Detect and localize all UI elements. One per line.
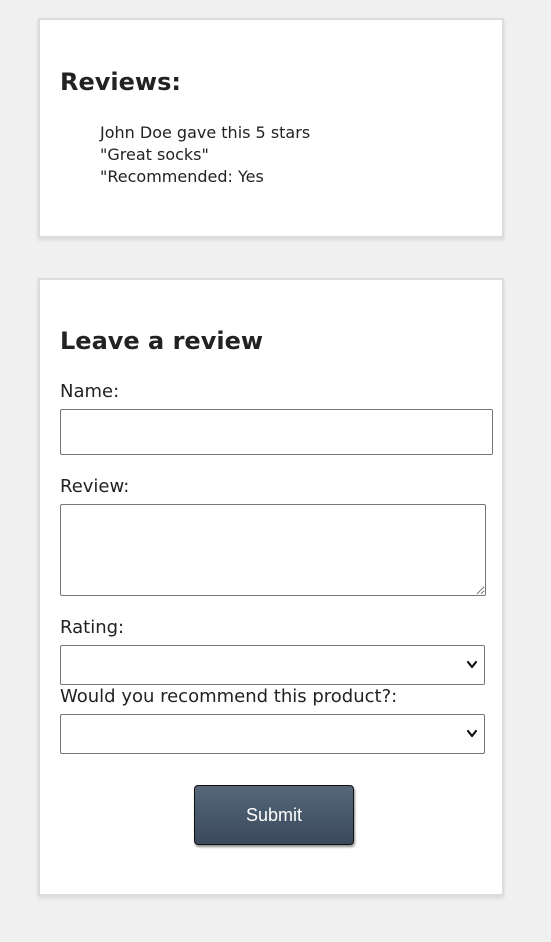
review-recommended: "Recommended: Yes — [100, 167, 264, 186]
submit-button[interactable]: Submit — [194, 785, 354, 845]
review-list: John Doe gave this 5 stars "Great socks"… — [100, 122, 310, 188]
recommend-label: Would you recommend this product?: — [60, 686, 398, 707]
name-label: Name: — [60, 381, 120, 402]
review-textarea[interactable] — [60, 504, 486, 596]
review-form-card: Leave a review Name: Review: Rating: Wou… — [38, 278, 504, 896]
rating-select[interactable] — [60, 645, 485, 685]
chevron-down-icon — [466, 660, 478, 669]
chevron-down-icon — [466, 729, 478, 738]
review-summary: John Doe gave this 5 stars — [100, 123, 311, 142]
review-text: "Great socks" — [100, 145, 209, 164]
list-item: John Doe gave this 5 stars "Great socks"… — [100, 122, 310, 188]
review-label: Review: — [60, 476, 130, 497]
name-input[interactable] — [60, 409, 493, 455]
recommend-select[interactable] — [60, 714, 485, 754]
form-heading: Leave a review — [60, 327, 264, 355]
reviews-heading: Reviews: — [60, 68, 181, 96]
rating-label: Rating: — [60, 617, 125, 638]
reviews-card: Reviews: John Doe gave this 5 stars "Gre… — [38, 18, 504, 238]
